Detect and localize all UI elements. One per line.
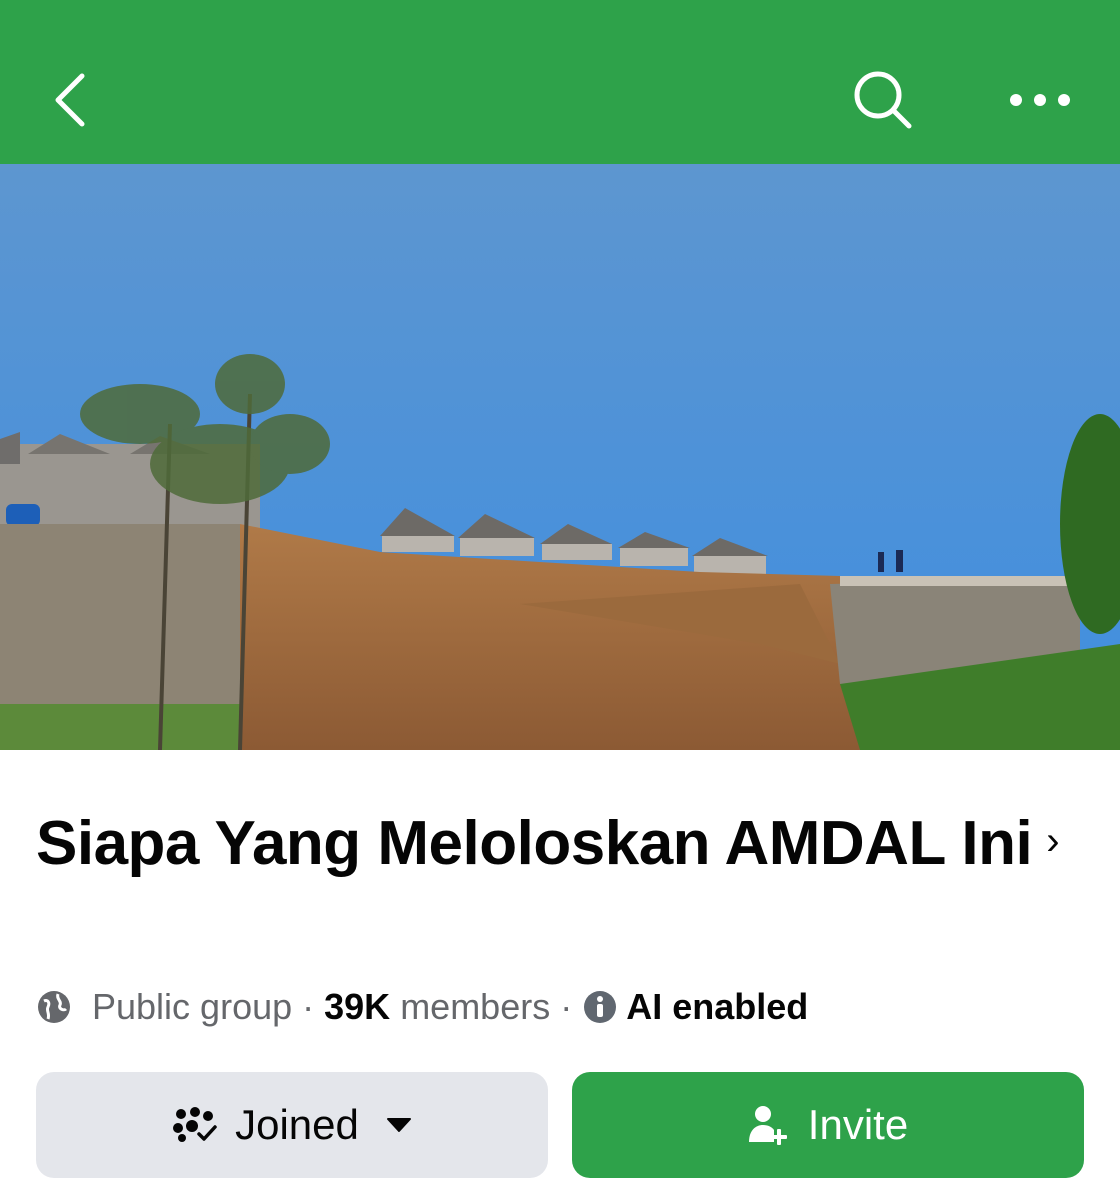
invite-button[interactable]: Invite: [572, 1072, 1084, 1178]
chevron-right-icon: ›: [1046, 819, 1060, 863]
joined-group-icon: [171, 1107, 217, 1143]
privacy-label: Public group: [92, 986, 293, 1027]
caret-down-icon: [385, 1116, 413, 1134]
group-meta-row: Public group · 39K members · AI enabled: [36, 980, 808, 1034]
joined-button[interactable]: Joined: [36, 1072, 548, 1178]
globe-icon: [36, 989, 72, 1025]
top-app-bar: [0, 0, 1120, 164]
ai-enabled-label: AI enabled: [626, 986, 809, 1027]
separator: ·: [560, 986, 573, 1027]
member-count: 39K: [324, 986, 391, 1027]
joined-label: Joined: [235, 1101, 359, 1148]
back-button[interactable]: [30, 55, 110, 145]
info-icon[interactable]: [582, 989, 618, 1025]
more-options-button[interactable]: [990, 60, 1090, 140]
more-horizontal-icon: [1010, 94, 1070, 106]
group-name[interactable]: Siapa Yang Meloloskan AMDAL Ini: [36, 809, 1033, 878]
add-person-icon: [748, 1104, 790, 1146]
cover-photo[interactable]: [0, 164, 1120, 750]
chevron-left-icon: [55, 73, 85, 127]
cover-photo-image: [0, 164, 1120, 750]
member-label: members: [400, 986, 551, 1027]
group-title[interactable]: Siapa Yang Meloloskan AMDAL Ini ›: [36, 802, 1086, 883]
separator: ·: [302, 986, 315, 1027]
invite-label: Invite: [807, 1101, 909, 1148]
search-button[interactable]: [838, 60, 928, 140]
search-icon: [854, 71, 912, 129]
